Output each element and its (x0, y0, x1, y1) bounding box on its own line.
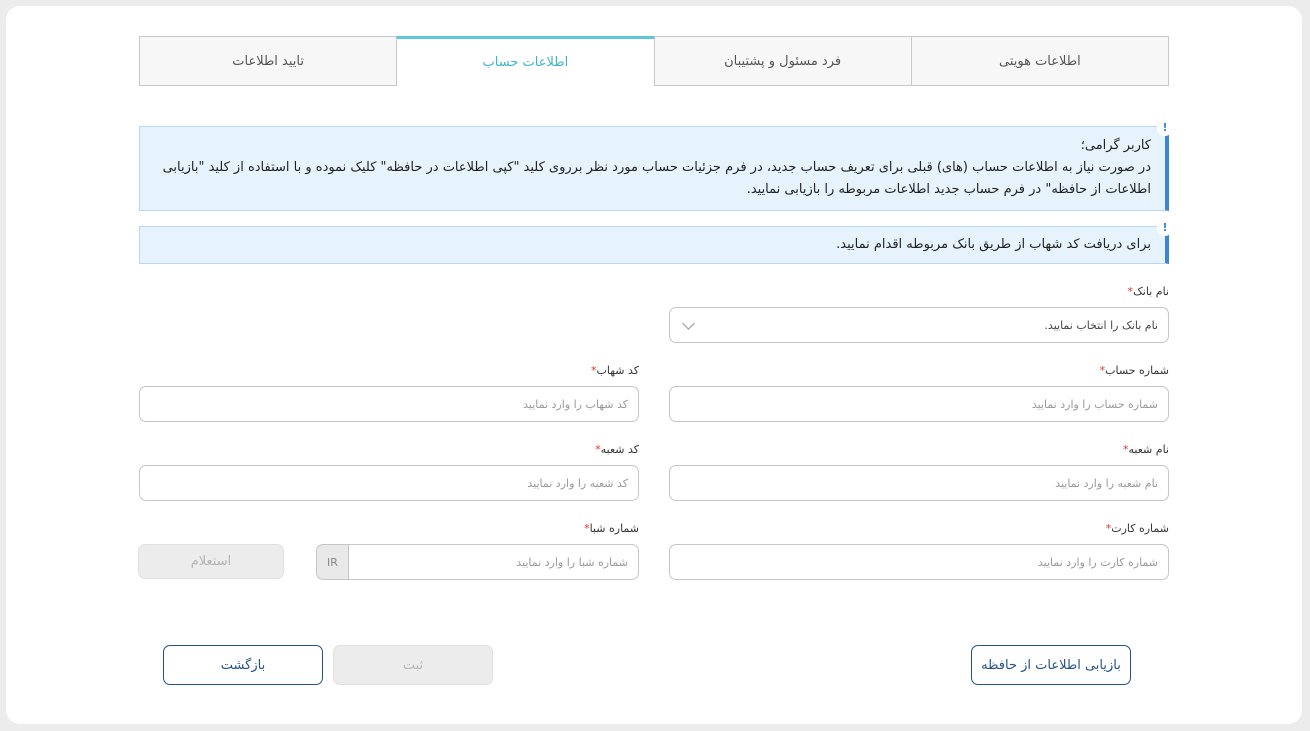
label-text: کد شهاب (596, 364, 639, 377)
sheba-prefix: IR (316, 544, 348, 580)
back-button[interactable]: بازگشت (163, 645, 323, 685)
account-number-input[interactable] (669, 386, 1169, 422)
label-text: شماره شبا (589, 522, 639, 535)
shahab-code-input[interactable] (139, 386, 639, 422)
alert-text: برای دریافت کد شهاب از طریق بانک مربوطه … (836, 237, 1151, 252)
label-text: شماره حساب (1105, 364, 1169, 377)
tab-identity-info[interactable]: اطلاعات هویتی (910, 36, 1169, 86)
copy-info-alert: ! کاربر گرامی؛ در صورت نیاز به اطلاعات ح… (139, 120, 1173, 211)
alert-greeting: کاربر گرامی؛ (1080, 138, 1151, 153)
label-text: نام بانک (1132, 285, 1169, 298)
bank-name-select[interactable]: نام بانک را انتخاب نمایید. (669, 307, 1169, 343)
tab-confirm-info[interactable]: تایید اطلاعات (139, 36, 397, 86)
alert-line: در صورت نیاز به اطلاعات حساب (های) قبلی … (162, 160, 1151, 175)
shahab-info-alert: ! برای دریافت کد شهاب از طریق بانک مربوط… (139, 220, 1173, 264)
label-text: شماره کارت (1111, 522, 1169, 535)
card-number-input[interactable] (669, 544, 1169, 580)
card-number-label: شماره کارت* (1106, 522, 1169, 535)
inquiry-button[interactable]: استعلام (138, 544, 284, 579)
shahab-code-label: کد شهاب* (591, 364, 639, 377)
tab-account-info[interactable]: اطلاعات حساب (396, 36, 654, 86)
sheba-number-input[interactable] (348, 544, 639, 580)
info-icon: ! (1157, 220, 1173, 236)
bank-name-label: نام بانک* (1127, 285, 1169, 298)
branch-name-label: نام شعبه* (1123, 443, 1169, 456)
restore-from-memory-button[interactable]: بازیابی اطلاعات از حافظه (971, 645, 1131, 685)
branch-code-input[interactable] (139, 465, 639, 501)
bank-name-value: نام بانک را انتخاب نمایید. (1044, 318, 1158, 332)
wizard-tabs: اطلاعات هویتی فرد مسئول و پشتیبان اطلاعا… (139, 36, 1169, 86)
chevron-down-icon (682, 316, 695, 330)
account-number-label: شماره حساب* (1100, 364, 1169, 377)
sheba-number-label: شماره شبا* (584, 522, 639, 535)
info-icon: ! (1157, 120, 1173, 136)
label-text: کد شعبه (600, 443, 639, 456)
branch-code-label: کد شعبه* (595, 443, 639, 456)
alert-line: اطلاعات از حافظه" در فرم حساب جدید اطلاع… (746, 182, 1151, 197)
tab-responsible-person[interactable]: فرد مسئول و پشتیبان (653, 36, 911, 86)
submit-button[interactable]: ثبت (333, 645, 493, 685)
branch-name-input[interactable] (669, 465, 1169, 501)
label-text: نام شعبه (1128, 443, 1169, 456)
